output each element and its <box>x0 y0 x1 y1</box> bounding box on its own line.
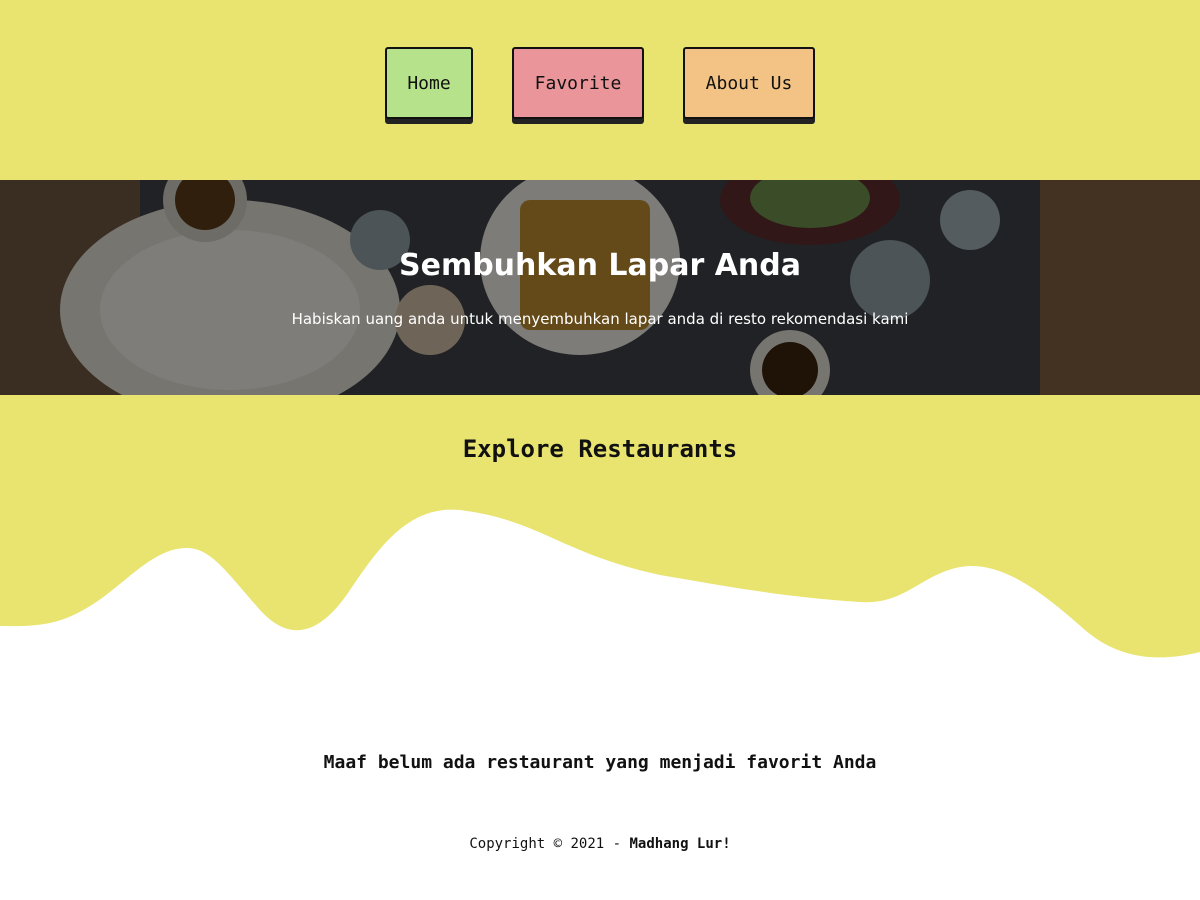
site-footer: Copyright © 2021 - Madhang Lur! <box>0 836 1200 852</box>
explore-section: Explore Restaurants <box>0 395 1200 675</box>
nav-home-button[interactable]: Home <box>385 47 473 119</box>
page: Home Favorite About Us Sembuhkan Lapar A… <box>0 0 1200 900</box>
main-nav: Home Favorite About Us <box>0 47 1200 127</box>
site-header: Home Favorite About Us <box>0 0 1200 180</box>
brand-name: Madhang Lur! <box>629 836 731 852</box>
hero-subtitle: Habiskan uang anda untuk menyembuhkan la… <box>291 310 909 328</box>
hero-title: Sembuhkan Lapar Anda <box>398 248 801 283</box>
explore-title: Explore Restaurants <box>462 435 738 463</box>
nav-about-us-button[interactable]: About Us <box>683 47 815 119</box>
nav-favorite-button[interactable]: Favorite <box>512 47 644 119</box>
hero-banner: Sembuhkan Lapar Anda Habiskan uang anda … <box>0 180 1200 395</box>
empty-favorites-message: Maaf belum ada restaurant yang menjadi f… <box>323 752 877 773</box>
copyright-text: Copyright © 2021 - <box>469 836 630 852</box>
hero-overlay <box>0 180 1200 395</box>
